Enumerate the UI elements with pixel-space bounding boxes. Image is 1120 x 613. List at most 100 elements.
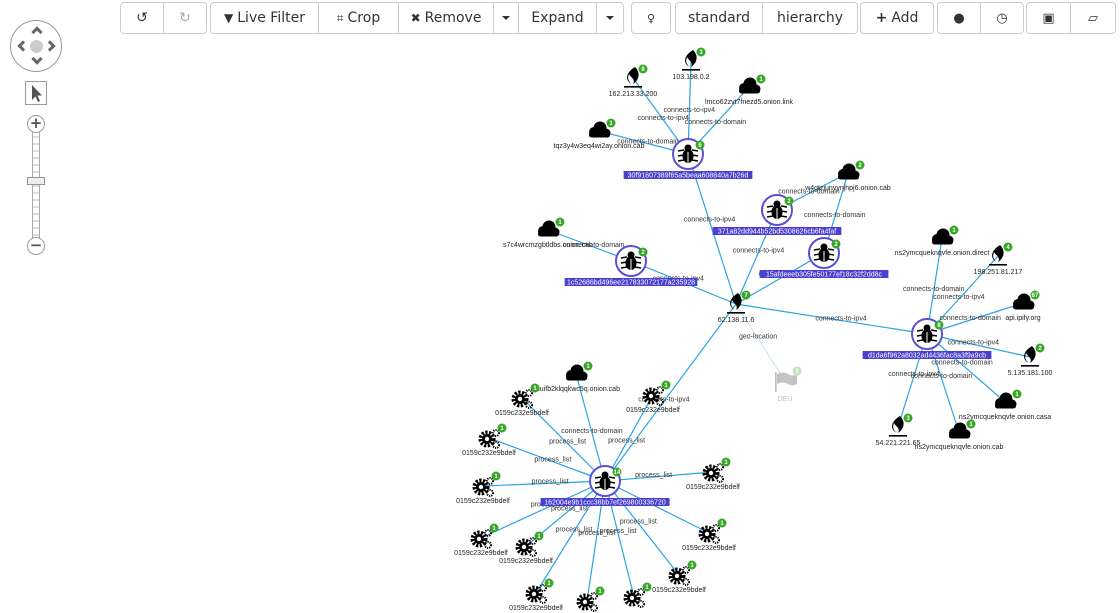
node-label: 198.251.81.217 [974,269,1023,276]
underline [682,69,700,71]
graph-node-ipv4[interactable]: 4198.251.81.217 [974,242,1023,277]
graph-node-domain[interactable]: 1lmco62zvt7fnezd5.onion.link [705,74,793,107]
edge-label: geo-location [739,334,777,341]
graph-node-ipv4[interactable]: 354.221.221.65 [876,413,921,448]
node-label: 0159c232e9bdelf [686,484,740,491]
expand-dropdown-button[interactable] [597,3,623,33]
graph-canvas[interactable]: connects-to-ipv4 connects-to-ipv4 connects… [0,40,1120,613]
gears-icon [576,592,598,612]
graph-node-process[interactable]: 10159c232e9bdelf [456,471,510,506]
node-label: 0159c232e9bdelf [652,587,706,594]
graph-node-ipv4[interactable]: 762.138.11.6 [718,290,755,325]
edge-label: connects-to-domain [903,286,965,293]
gears-icon [478,429,500,449]
view-group: ● ◷ [937,2,1024,34]
node-label: 30f91807389f65a5beaa608840a7b26d [628,173,749,180]
flame-icon [627,67,639,84]
node-label: s7c4wrcmzgbtldbs.onion.cab [503,242,593,249]
flag-icon [775,372,797,392]
graph-node-domain[interactable]: 1ns2ymcqueknqvfe.onion.direct [895,225,990,258]
globe-button[interactable]: ● [938,3,981,33]
flame-icon [992,245,1004,262]
graph-node-process[interactable]: 10159c232e9bdelf [499,531,553,566]
graph-node-domain[interactable]: 1ns2ymcqueknqvfe.onion.casa [959,389,1051,422]
edge-label: process_list [534,457,571,464]
graph-node-malware[interactable]: 21c52686bd496ee217833072177a235928 [564,245,698,287]
node-label: 62.138.11.6 [718,317,755,324]
timeline-button[interactable]: ◷ [981,3,1023,33]
node-label: 0159c232e9bdelf [626,407,680,414]
history-group: ↺ ↻ [120,2,207,34]
node-label: w4gtzjunvynjhpj6.onion.cab [804,185,891,192]
gears-icon [698,524,720,544]
edge-label: connects-to-ipv4 [733,247,784,254]
graph-node-domain[interactable]: 67 api.ipify.org [1005,290,1041,323]
graph-edge[interactable] [735,303,786,382]
node-label: api.ipify.org [1005,315,1040,322]
gears-icon [623,588,645,608]
edge-label: connects-to-domain [804,212,866,219]
graph-node-ipv4[interactable]: 8162.213.33.200 [609,64,658,99]
layout-group: standard hierarchy [675,2,858,34]
globe-icon: ● [953,10,965,26]
node-label: 0159c232e9bdelf [456,498,510,505]
gears-icon [525,584,547,604]
graph-node-domain[interactable]: 1qbuifb2klqqkwc5q.onion.cab [532,361,620,394]
edge-label: process_list [608,437,645,444]
graph-node-process[interactable]: 1 [623,582,652,608]
graph-node-process[interactable]: 10159c232e9bdelf [462,423,516,458]
gears-icon [702,463,724,483]
redo-button[interactable]: ↻ [164,3,206,33]
remove-button[interactable]: ✖ Remove [399,3,494,33]
clock-icon: ◷ [996,10,1008,26]
node-label: ns2ymcqueknqvfe.onion.cab [915,444,1004,451]
lightbulb-button[interactable]: ♀ [632,3,670,33]
add-group: + Add [860,2,934,34]
caret-down-icon [502,16,510,20]
expand-button[interactable]: Expand [519,3,597,33]
underline [624,86,642,88]
layout-hierarchy-button[interactable]: hierarchy [763,3,857,33]
edge-label: connects-to-ipv4 [948,339,999,346]
node-label: ns2ymcqueknqvfe.onion.direct [895,250,990,257]
graph-node-malware[interactable]: 215afdeeeb305fe50177ef18c32f2dd8c [759,237,889,279]
graph-node-process[interactable]: 10159c232e9bdelf [652,560,706,595]
pan-up-icon[interactable] [31,26,43,38]
node-label: d1da6f962a8032ad4436fac8a3f9a9cb [868,353,986,360]
graph-node-domain[interactable]: 1s7c4wrcmzgbtldbs.onion.cab [503,217,593,250]
edge-label: process_list [600,528,637,535]
node-label: 162.213.33.200 [609,91,658,98]
node-label: 103.198.0.2 [673,74,710,81]
save-button[interactable]: ▣ [1027,3,1071,33]
graph-edge[interactable] [604,303,737,482]
graph-node-ipv4[interactable]: 25.135.181.100 [1008,343,1053,378]
graph-node-domain[interactable]: 1ns2ymcqueknqvfe.onion.cab [915,419,1004,452]
graph-node-process[interactable]: 10159c232e9bdelf [509,578,563,613]
edge-label: connects-to-domain [685,119,747,126]
edge-label: connects-to-ipv4 [815,316,866,323]
node-label: 0159c232e9bdelf [682,545,736,552]
remove-dropdown-button[interactable] [494,3,519,33]
open-button[interactable]: ▱ [1071,3,1115,33]
graph-node-process[interactable]: 1 [576,586,605,612]
caret-down-icon [606,16,614,20]
undo-button[interactable]: ↺ [121,3,164,33]
node-label: 0159c232e9bdelf [495,410,549,417]
crop-button[interactable]: ⌗ Crop [319,3,399,33]
flame-icon [730,293,742,310]
graph-node-process[interactable]: 10159c232e9bdelf [686,457,740,492]
graph-node-domain[interactable]: 1tqz3y4w3eq4wi2ay.onion.cab [554,118,645,151]
graph-node-domain[interactable]: 2w4gtzjunvynjhpj6.onion.cab [804,160,891,193]
plus-icon: + [875,10,888,26]
graph-node-process[interactable]: 10159c232e9bdelf [454,523,508,558]
flame-icon [1024,346,1036,363]
live-filter-button[interactable]: ▼ Live Filter [211,3,319,33]
node-label: 5.135.181.100 [1008,370,1053,377]
edge-label: connects-to-domain [931,360,993,367]
hints-group: ♀ [631,2,671,34]
underline [889,435,907,437]
add-button[interactable]: + Add [861,3,933,33]
graph-edge[interactable] [535,480,606,594]
layout-standard-button[interactable]: standard [676,3,763,33]
count-badge-text: 67 [1032,293,1039,299]
